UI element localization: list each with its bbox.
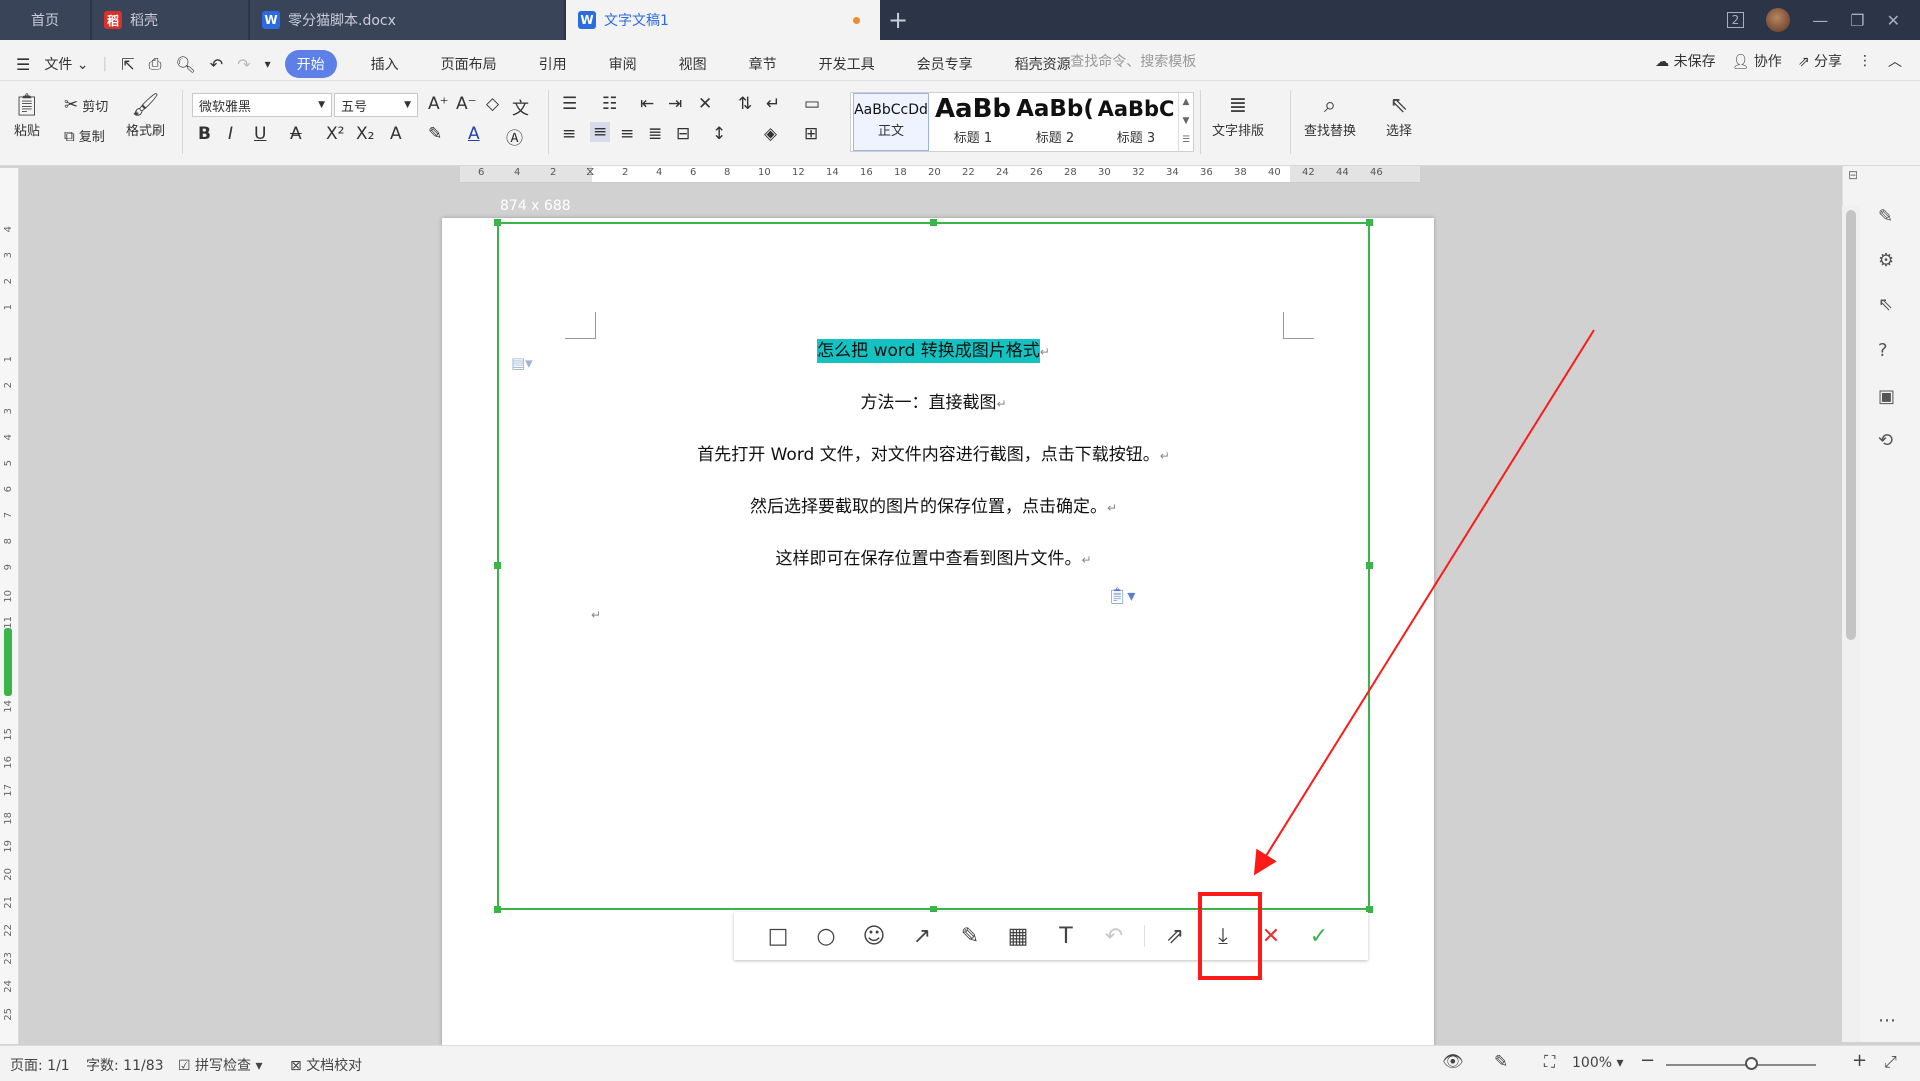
split-view-icon[interactable]: ⊟ bbox=[1848, 168, 1858, 182]
zoom-in-icon[interactable]: + bbox=[1852, 1050, 1867, 1071]
fullscreen-icon[interactable]: ⤢ bbox=[1884, 1052, 1897, 1072]
backup-icon[interactable]: ⟲ bbox=[1878, 430, 1893, 451]
sliders-icon[interactable]: ⚙ bbox=[1878, 250, 1894, 271]
proofread-icon: ⊠ bbox=[290, 1058, 302, 1074]
zoom-slider-knob[interactable] bbox=[1745, 1057, 1758, 1070]
proofread-button[interactable]: ⊠ 文档校对 bbox=[290, 1055, 362, 1075]
select-cursor-icon[interactable]: ⇖ bbox=[1878, 294, 1893, 315]
zoom-out-icon[interactable]: − bbox=[1640, 1050, 1655, 1071]
edit-icon[interactable]: ✎ bbox=[1878, 206, 1893, 227]
scrollbar-thumb[interactable] bbox=[1846, 210, 1856, 640]
help-icon[interactable]: ? bbox=[1878, 340, 1888, 361]
status-bar: 页面: 1/1 字数: 11/83 ☑ 拼写检查 ▾ ⊠ 文档校对 👁︎ ✎ ⛶… bbox=[0, 1045, 1920, 1081]
eye-icon[interactable]: 👁︎ bbox=[1442, 1052, 1464, 1072]
image-icon[interactable]: ▣ bbox=[1878, 386, 1895, 407]
zoom-select[interactable]: 100% ▾ bbox=[1572, 1055, 1624, 1071]
zoom-slider[interactable] bbox=[1666, 1064, 1816, 1066]
word-count[interactable]: 字数: 11/83 bbox=[86, 1055, 164, 1075]
spell-check-button[interactable]: ☑ 拼写检查 ▾ bbox=[178, 1055, 263, 1075]
page-count[interactable]: 页面: 1/1 bbox=[10, 1055, 70, 1075]
proofread-label: 文档校对 bbox=[306, 1058, 363, 1074]
pen-mode-icon[interactable]: ✎ bbox=[1494, 1052, 1508, 1072]
annotation-arrow bbox=[1253, 329, 1595, 876]
more-icon[interactable]: ⋯ bbox=[1878, 1010, 1896, 1031]
checkbox-icon: ☑ bbox=[178, 1058, 191, 1074]
fit-page-icon[interactable]: ⛶ bbox=[1544, 1052, 1555, 1072]
zoom-value: 100% bbox=[1572, 1055, 1613, 1071]
spell-check-label: 拼写检查 bbox=[195, 1058, 252, 1074]
